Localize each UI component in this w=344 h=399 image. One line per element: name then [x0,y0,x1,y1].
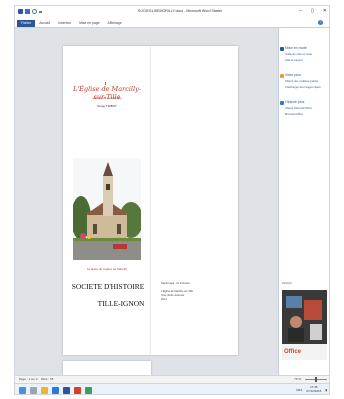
pane-link[interactable]: Aide et support [285,59,302,62]
help-icon[interactable]: ? [318,20,323,25]
document-page-left[interactable]: L'Église de Marcilly-sur-Tille Commune d… [63,46,151,355]
word-window: SOCIEGLISEMORILLY.docx - Microsoft Word … [14,5,330,395]
society-title-line1: SOCIETE D'HISTOIRE [71,282,145,291]
status-left: Page : 1 sur 2 Mots : 65 [19,377,53,381]
window-title: SOCIEGLISEMORILLY.docx - Microsoft Word … [137,9,223,13]
templates-icon [280,74,284,78]
side-pane: Mise en route Guide de mise en route Aid… [278,28,329,375]
ribbon-tabs: Fichier Accueil Insertion Mise en page A… [15,19,329,28]
close-button[interactable]: ✕ [323,8,327,14]
pane-link[interactable]: Obtenir Microsoft Word [285,107,312,110]
quick-access-toolbar [18,9,42,16]
pane-link[interactable]: Obtenir des modèles gratuits [285,80,318,83]
app-taskbar-icon[interactable] [85,387,92,394]
tab-page-layout[interactable]: Mise en page [75,20,103,27]
tab-insert[interactable]: Insertion [54,20,75,27]
search-icon[interactable] [30,387,37,394]
document-page-right[interactable]: Dépôt légal : 2e trimestre L'Église de M… [151,46,238,355]
getting-started-icon [280,47,284,51]
status-right: 70 % [294,376,327,382]
window-controls: – ▯ ✕ [299,8,327,14]
word-app-icon [18,9,23,14]
right-page-line: L'Église de Marcilly-sur-Tille [161,290,194,293]
right-page-line: Tous droits réservés [161,294,185,297]
right-page-line: Dépôt légal : 2e trimestre [161,282,190,285]
tab-file[interactable]: Fichier [17,19,36,27]
status-bar: Page : 1 sur 2 Mots : 65 70 % [15,375,329,383]
minimize-button[interactable]: – [299,8,302,14]
pane-heading-getting-started: Mise en route [285,46,307,50]
pane-link[interactable]: Télécharger des images clipart [285,86,320,89]
edge-icon[interactable] [52,387,59,394]
save-icon[interactable] [25,9,30,14]
pane-link[interactable]: Guide de mise en route [285,53,312,56]
undo-icon[interactable] [32,9,37,14]
document-workspace[interactable]: L'Église de Marcilly-sur-Tille Commune d… [15,28,278,381]
author-text: Serge TRIBOT [97,104,117,108]
photo-caption: La place de l'église de Marcilly [86,267,128,271]
upgrade-icon [280,101,284,105]
zoom-level[interactable]: 70 % [294,377,301,381]
start-icon[interactable] [19,387,26,394]
ad-label: Publicité [282,282,292,285]
commune-text: Commune de Marcilly [92,96,122,100]
system-tray: FRA 17:35 07/12/2015 ▮ [296,385,327,393]
ribbon-right-controls: ? [318,20,323,25]
customize-toolbar-icon[interactable] [39,11,42,16]
office-logo: Office [284,349,302,355]
tab-view[interactable]: Affichage [104,20,126,27]
clock-date: 07/12/2015 [306,388,322,393]
page-count[interactable]: Page : 1 sur 2 [19,377,38,381]
pane-link[interactable]: Microsoft Office [285,113,303,116]
maximize-button[interactable]: ▯ [311,8,314,14]
society-title-line2: TILLE-IGNON [97,299,145,308]
pane-heading-get-more: Obtenir plus [285,100,305,104]
zoom-slider[interactable] [305,376,327,382]
title-bar: SOCIEGLISEMORILLY.docx - Microsoft Word … [15,6,329,19]
pane-heading-extras: Votre plus [285,73,301,77]
office-taskbar-icon[interactable] [74,387,81,394]
clock[interactable]: 17:35 07/12/2015 [306,385,322,393]
church-photo [73,158,141,260]
language-indicator[interactable]: FRA [296,388,302,392]
word-count[interactable]: Mots : 65 [41,377,53,381]
file-explorer-icon[interactable] [41,387,48,394]
tab-home[interactable]: Accueil [35,20,54,27]
word-taskbar-icon[interactable] [63,387,70,394]
notification-icon[interactable]: ▮ [325,388,327,392]
taskbar: FRA 17:35 07/12/2015 ▮ [15,383,329,394]
right-page-line: 2014 [161,298,167,301]
zoom-slider-knob[interactable] [315,376,317,382]
